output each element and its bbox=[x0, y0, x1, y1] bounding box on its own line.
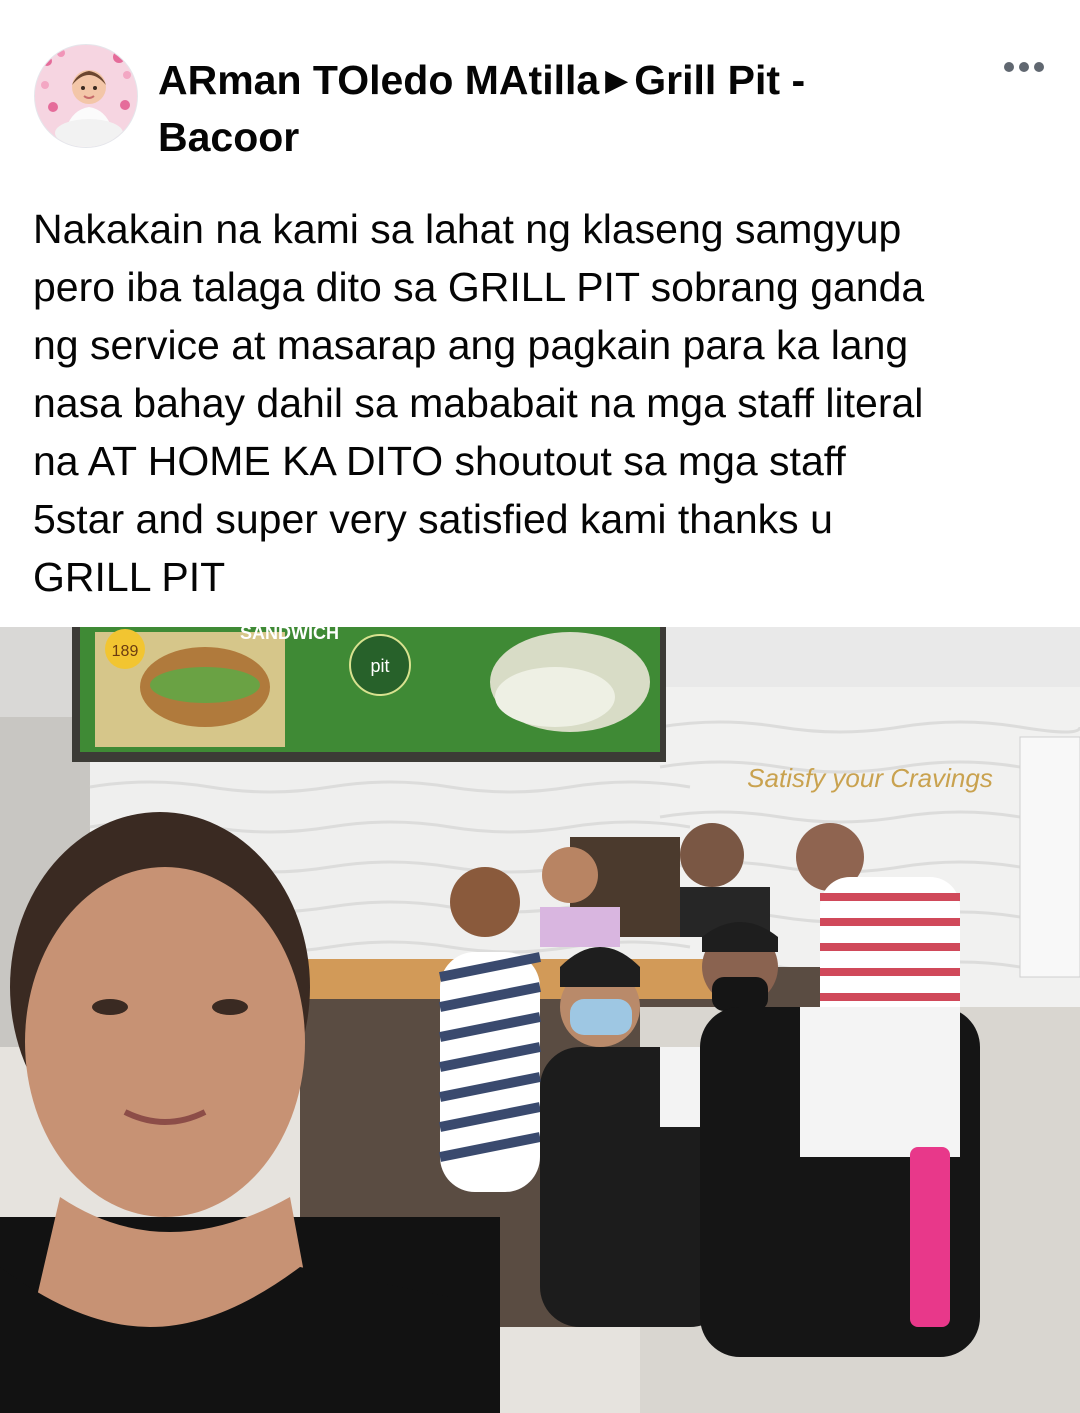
post-title: ARman TOledo MAtilla ▶ Grill Pit - Bacoor bbox=[158, 52, 918, 165]
group-photo: 189 SANDWICH pit Satisfy your Cravings bbox=[0, 627, 1080, 1413]
profile-avatar[interactable] bbox=[34, 44, 138, 148]
avatar-image bbox=[35, 45, 137, 147]
menu-logo-text: pit bbox=[370, 656, 389, 676]
menu-sign-text: SANDWICH bbox=[240, 627, 339, 643]
more-options-button[interactable] bbox=[994, 50, 1054, 84]
more-horizontal-icon-dot bbox=[1034, 62, 1044, 72]
post-body-text: Nakakain na kami sa lahat ng klaseng sam… bbox=[33, 206, 925, 600]
menu-price-text: 189 bbox=[112, 643, 139, 660]
more-horizontal-icon bbox=[1004, 62, 1014, 72]
more-horizontal-icon-dot bbox=[1019, 62, 1029, 72]
wall-sign-text: Satisfy your Cravings bbox=[747, 763, 993, 793]
author-name[interactable]: ARman TOledo MAtilla bbox=[158, 57, 599, 103]
post-header: ARman TOledo MAtilla ▶ Grill Pit - Bacoor bbox=[0, 0, 1080, 170]
post-photo[interactable]: 189 SANDWICH pit Satisfy your Cravings bbox=[0, 627, 1080, 1413]
triangle-right-icon: ▶ bbox=[605, 64, 629, 97]
